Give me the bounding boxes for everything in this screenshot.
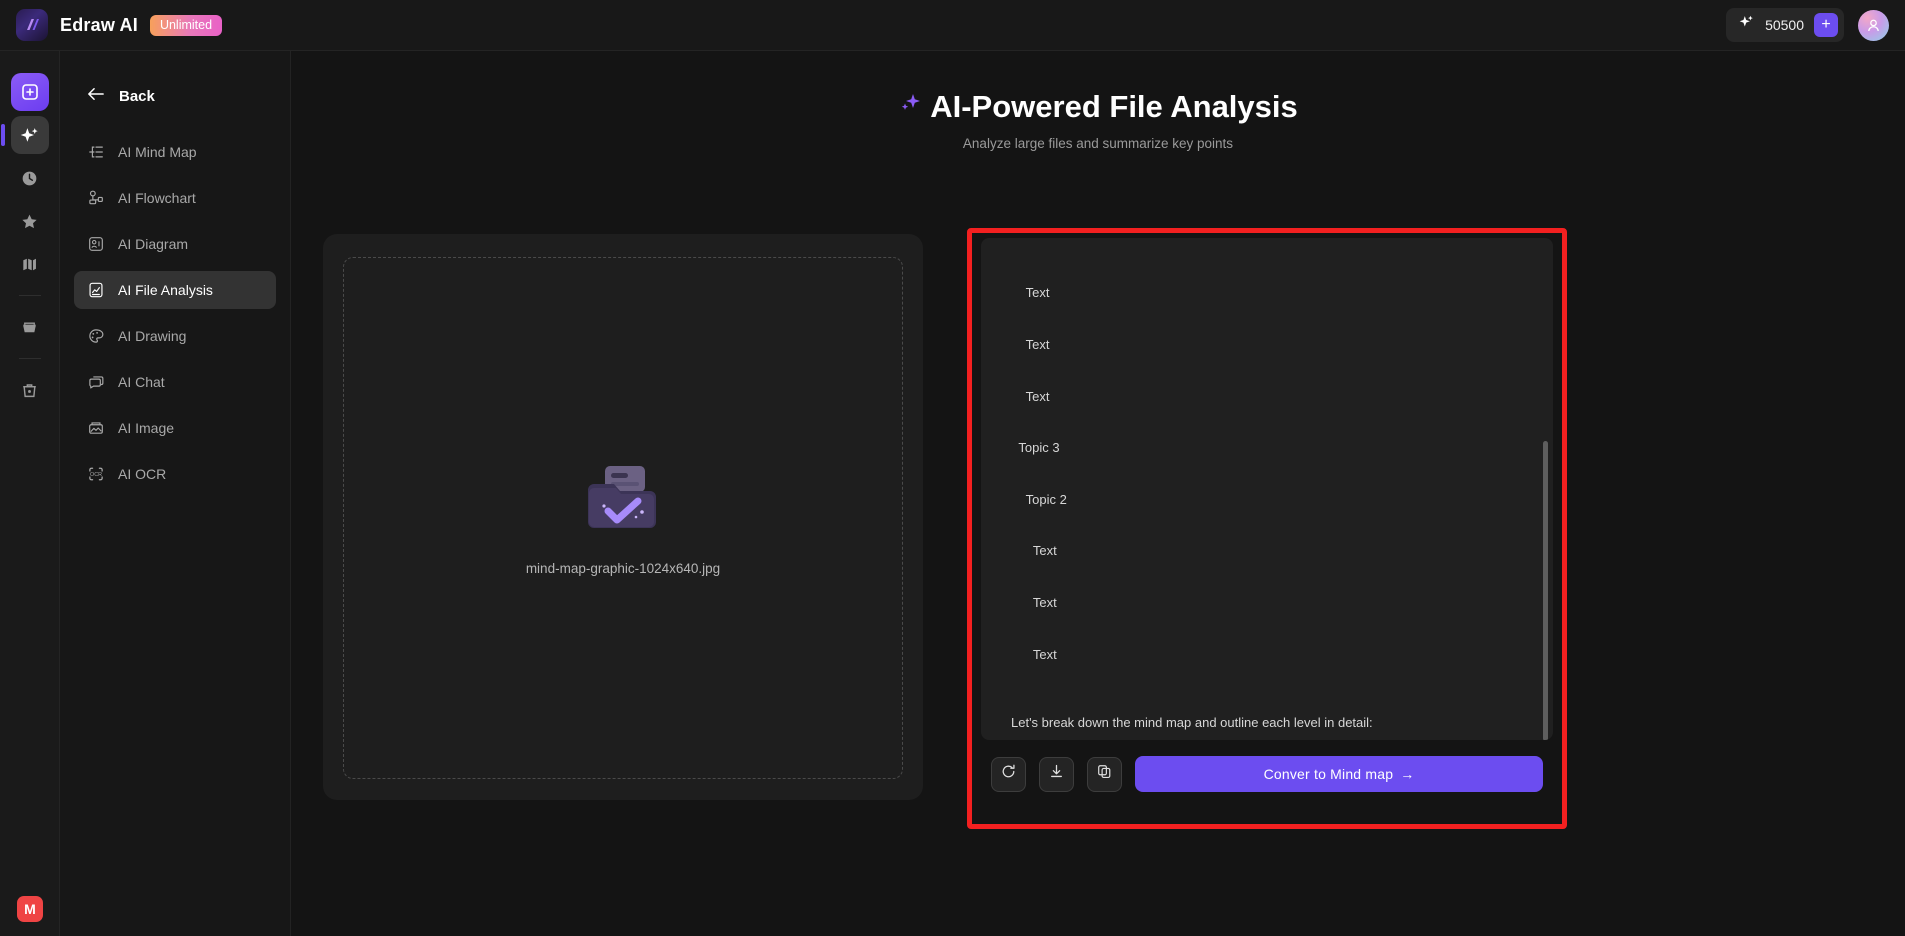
sidebar-item-ai-file-analysis[interactable]: AI File Analysis [74, 271, 276, 309]
edraw-logo-icon [16, 9, 48, 41]
sidebar-item-label: AI OCR [118, 466, 167, 482]
sidebar-item-label: AI Flowchart [118, 190, 196, 206]
analysis-text[interactable]: Text Text Text Topic 3 Topic 2 Text Text… [981, 238, 1553, 740]
sidebar-item-label: AI Chat [118, 374, 165, 390]
rail-bottom: M [0, 896, 60, 922]
icon-rail: M [0, 51, 60, 936]
scrollbar-thumb[interactable] [1543, 441, 1548, 740]
sidebar-item-label: AI Diagram [118, 236, 189, 252]
top-bar: Edraw AI Unlimited 50500 + [0, 0, 1905, 51]
sidebar-item-label: AI Image [118, 420, 175, 436]
folder-check-icon [580, 460, 666, 543]
plus-square-icon[interactable] [10, 73, 49, 111]
outline-line: Text [997, 337, 1050, 353]
convert-button-label: Conver to Mind map [1263, 766, 1394, 782]
analysis-scrollbar[interactable] [1543, 244, 1548, 740]
convert-to-mind-map-button[interactable]: Conver to Mind map → [1135, 756, 1543, 792]
sparkle-icon [898, 89, 924, 125]
image-icon [87, 419, 105, 437]
ocr-icon: OCR [87, 465, 105, 483]
sidebar-item-label: AI Drawing [118, 328, 187, 344]
download-icon [1048, 763, 1065, 785]
folder-icon[interactable] [11, 308, 49, 346]
rail-divider-2 [18, 358, 41, 359]
file-dropzone[interactable]: mind-map-graphic-1024x640.jpg [343, 257, 903, 779]
credits-value: 50500 [1765, 17, 1804, 33]
trash-icon[interactable] [11, 371, 49, 409]
nav-list: AI Mind Map AI Flowchart AI Diagram AI F… [60, 133, 290, 493]
page-title-text: AI-Powered File Analysis [930, 89, 1298, 124]
sidebar-item-ai-flowchart[interactable]: AI Flowchart [74, 179, 276, 217]
rail-divider [18, 295, 41, 296]
regenerate-button[interactable] [991, 756, 1026, 792]
outline-line: Topic 3 [997, 440, 1060, 456]
page-title: AI-Powered File Analysis [898, 89, 1298, 125]
refresh-icon [1000, 763, 1017, 785]
top-bar-right: 50500 + [1726, 8, 1889, 42]
outline-line: Text [997, 595, 1057, 611]
svg-text:OCR: OCR [90, 472, 102, 478]
sidebar-item-ai-image[interactable]: AI Image [74, 409, 276, 447]
brand-name: Edraw AI [60, 14, 138, 35]
result-actions: Conver to Mind map → [977, 740, 1557, 792]
palette-icon [87, 327, 105, 345]
uploaded-file-name: mind-map-graphic-1024x640.jpg [525, 561, 721, 576]
sidebar-item-label: AI File Analysis [118, 282, 213, 298]
outline-line: Text [997, 646, 1057, 662]
unlimited-badge: Unlimited [149, 14, 223, 36]
sparkles-icon[interactable] [0, 116, 49, 154]
outline-line: Topic 2 [997, 491, 1067, 507]
add-credits-button[interactable]: + [1814, 13, 1838, 37]
sidebar-item-label: AI Mind Map [118, 144, 197, 160]
sidebar-item-ai-diagram[interactable]: AI Diagram [74, 225, 276, 263]
arrow-right-icon: → [1400, 766, 1415, 782]
sidebar-item-ai-ocr[interactable]: OCR AI OCR [74, 455, 276, 493]
sidebar-item-ai-chat[interactable]: AI Chat [74, 363, 276, 401]
outline-line: Text [997, 388, 1050, 404]
star-icon[interactable] [11, 202, 49, 240]
sidebar-item-ai-mind-map[interactable]: AI Mind Map [74, 133, 276, 171]
back-button[interactable]: Back [86, 86, 290, 107]
upload-card: mind-map-graphic-1024x640.jpg [323, 234, 923, 800]
mind-map-icon [87, 143, 105, 161]
outline-line: Text [997, 543, 1057, 559]
main-content: AI-Powered File Analysis Analyze large f… [291, 51, 1905, 936]
sparkle-icon [1738, 14, 1755, 36]
workspace-badge[interactable]: M [17, 896, 43, 922]
copy-icon [1096, 763, 1113, 785]
chat-icon [87, 373, 105, 391]
sidebar-item-ai-drawing[interactable]: AI Drawing [74, 317, 276, 355]
copy-button[interactable] [1087, 756, 1122, 792]
analysis-intro: Let's break down the mind map and outlin… [1011, 715, 1373, 731]
brand: Edraw AI Unlimited [16, 9, 223, 41]
outline-line: Text [997, 285, 1050, 301]
credits-widget[interactable]: 50500 + [1726, 8, 1844, 42]
analysis-text-box: Text Text Text Topic 3 Topic 2 Text Text… [981, 238, 1553, 740]
templates-icon[interactable] [11, 245, 49, 283]
analysis-result-panel: Text Text Text Topic 3 Topic 2 Text Text… [967, 228, 1567, 829]
flowchart-icon [87, 189, 105, 207]
nav-panel: Back AI Mind Map AI Flowchart AI Diagram… [60, 51, 291, 936]
page-subtitle: Analyze large files and summarize key po… [962, 136, 1234, 151]
avatar[interactable] [1858, 9, 1889, 41]
back-label: Back [119, 88, 155, 105]
file-analysis-icon [87, 281, 105, 299]
download-button[interactable] [1039, 756, 1074, 792]
clock-icon[interactable] [11, 159, 49, 197]
diagram-icon [87, 235, 105, 253]
arrow-left-icon [86, 86, 105, 107]
content-row: mind-map-graphic-1024x640.jpg Text Text … [291, 182, 1905, 936]
page-header: AI-Powered File Analysis Analyze large f… [291, 51, 1905, 151]
